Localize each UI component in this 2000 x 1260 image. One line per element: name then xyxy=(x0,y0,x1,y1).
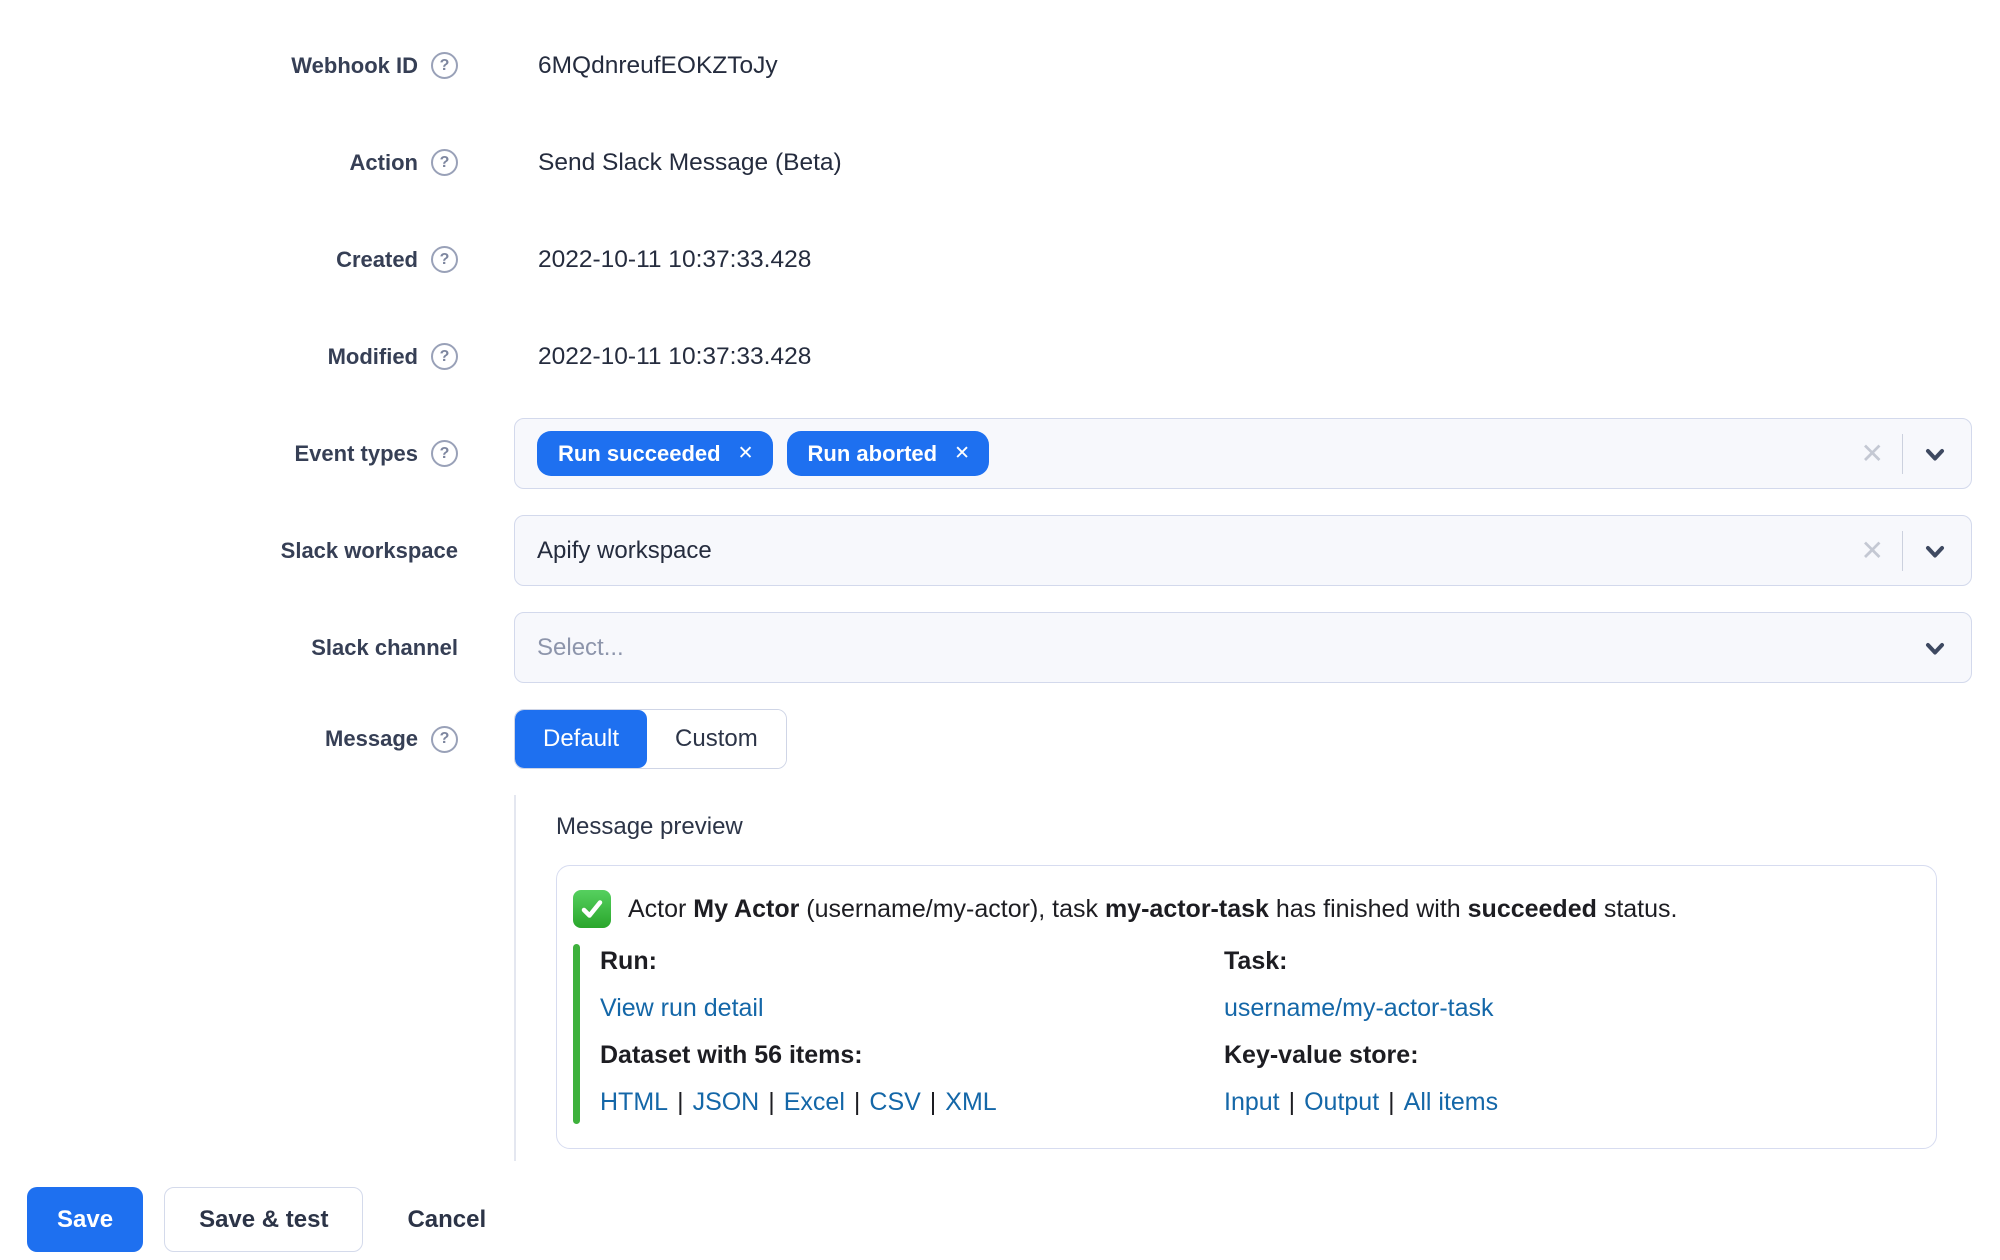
event-types-label-cell: Event types ? xyxy=(0,440,458,467)
remove-tag-icon[interactable]: ✕ xyxy=(738,444,754,463)
field-title: Task: xyxy=(1224,947,1288,975)
help-icon[interactable]: ? xyxy=(431,440,458,467)
action-label: Action xyxy=(349,149,418,175)
help-icon[interactable]: ? xyxy=(431,246,458,273)
link-separator: | xyxy=(853,1088,861,1116)
webhook-id-label-cell: Webhook ID ? xyxy=(0,52,458,79)
link-separator: | xyxy=(677,1088,684,1116)
link-separator: | xyxy=(768,1088,775,1116)
kv-input-link[interactable]: Input xyxy=(1224,1088,1280,1116)
dataset-excel-link[interactable]: Excel xyxy=(784,1088,845,1116)
created-label: Created xyxy=(336,246,418,272)
kv-output-link[interactable]: Output xyxy=(1304,1088,1379,1116)
message-preview-heading: Message preview xyxy=(556,813,743,840)
slack-channel-select[interactable]: Select... xyxy=(514,612,1972,683)
preview-field-key-value-store: Key-value store: Input | Output | All items xyxy=(1224,1032,1912,1126)
chevron-down-icon[interactable] xyxy=(1921,634,1949,662)
message-type-toggle: Default Custom xyxy=(514,709,787,769)
field-title: Run: xyxy=(600,947,657,975)
form-actions: Save Save & test Cancel xyxy=(0,1187,2000,1252)
modified-label: Modified xyxy=(327,343,418,369)
link-separator: | xyxy=(1388,1088,1395,1116)
preview-title-row: Actor My Actor (username/my-actor), task… xyxy=(573,882,1912,928)
event-type-tag-label: Run aborted xyxy=(807,440,938,466)
dataset-html-link[interactable]: HTML xyxy=(600,1088,668,1116)
message-label-cell: Message ? xyxy=(0,725,458,753)
preview-field-dataset: Dataset with 56 items: HTML | JSON | Excel | C… xyxy=(600,1032,1224,1126)
slack-channel-label-cell: Slack channel xyxy=(0,635,458,661)
success-check-emoji-icon xyxy=(573,890,611,928)
form-row-slack-channel: Slack channel Select... xyxy=(0,612,2000,683)
preview-title-text: Actor My Actor (username/my-actor), task… xyxy=(628,894,1678,923)
form-row-slack-workspace: Slack workspace Apify workspace ✕ xyxy=(0,515,2000,586)
webhook-id-label: Webhook ID xyxy=(291,52,418,78)
slack-channel-placeholder: Select... xyxy=(537,633,624,661)
created-value: 2022-10-11 10:37:33.428 xyxy=(538,245,812,273)
view-run-detail-link[interactable]: View run detail xyxy=(600,994,764,1022)
preview-attachment: Run: View run detail Task: username/my-a… xyxy=(573,938,1912,1126)
webhook-form: Webhook ID ? 6MQdnreufEOKZToJy Action ? … xyxy=(0,0,2000,769)
kv-all-items-link[interactable]: All items xyxy=(1404,1088,1498,1116)
clear-icon[interactable]: ✕ xyxy=(1861,439,1884,468)
action-label-cell: Action ? xyxy=(0,149,458,176)
save-and-test-button[interactable]: Save & test xyxy=(164,1187,364,1252)
help-icon[interactable]: ? xyxy=(431,149,458,176)
help-icon[interactable]: ? xyxy=(431,725,458,753)
form-row-created: Created ? 2022-10-11 10:37:33.428 xyxy=(0,224,2000,295)
slack-channel-label: Slack channel xyxy=(311,634,458,660)
save-button[interactable]: Save xyxy=(27,1187,144,1252)
dataset-csv-link[interactable]: CSV xyxy=(869,1088,920,1116)
dataset-xml-link[interactable]: XML xyxy=(945,1088,996,1116)
task-link[interactable]: username/my-actor-task xyxy=(1224,994,1494,1022)
toggle-option-custom[interactable]: Custom xyxy=(647,710,786,768)
chevron-down-icon[interactable] xyxy=(1921,440,1949,468)
form-row-message: Message ? Default Custom xyxy=(0,709,2000,769)
event-types-label: Event types xyxy=(294,440,419,466)
event-types-tags: Run succeeded ✕ Run aborted ✕ xyxy=(537,431,1861,476)
attachment-status-bar xyxy=(573,944,580,1124)
preview-field-run: Run: View run detail xyxy=(600,938,1224,1032)
action-value: Send Slack Message (Beta) xyxy=(538,148,842,176)
help-icon[interactable]: ? xyxy=(431,52,458,79)
dataset-json-link[interactable]: JSON xyxy=(693,1088,760,1116)
message-preview-section: Message preview Actor My Actor (username… xyxy=(514,795,2000,1161)
form-row-webhook-id: Webhook ID ? 6MQdnreufEOKZToJy xyxy=(0,30,2000,101)
preview-field-task: Task: username/my-actor-task xyxy=(1224,938,1912,1032)
form-row-event-types: Event types ? Run succeeded ✕ Run aborte… xyxy=(0,418,2000,489)
select-divider xyxy=(1902,530,1903,571)
event-type-tag[interactable]: Run succeeded ✕ xyxy=(537,431,773,476)
field-title: Key-value store: xyxy=(1224,1041,1419,1069)
webhook-id-value: 6MQdnreufEOKZToJy xyxy=(538,51,778,79)
event-type-tag[interactable]: Run aborted ✕ xyxy=(786,431,990,476)
link-separator: | xyxy=(1288,1088,1296,1116)
field-title: Dataset with 56 items: xyxy=(600,1041,863,1069)
slack-workspace-label: Slack workspace xyxy=(280,537,458,563)
remove-tag-icon[interactable]: ✕ xyxy=(954,444,970,463)
select-divider xyxy=(1902,433,1903,474)
cancel-button[interactable]: Cancel xyxy=(384,1187,509,1252)
clear-icon[interactable]: ✕ xyxy=(1861,536,1884,565)
modified-label-cell: Modified ? xyxy=(0,343,458,370)
created-label-cell: Created ? xyxy=(0,246,458,273)
help-icon[interactable]: ? xyxy=(431,343,458,370)
modified-value: 2022-10-11 10:37:33.428 xyxy=(538,342,812,370)
event-types-select[interactable]: Run succeeded ✕ Run aborted ✕ ✕ xyxy=(514,418,1972,489)
slack-message-preview: Actor My Actor (username/my-actor), task… xyxy=(556,865,1937,1149)
message-label: Message xyxy=(325,726,418,751)
form-row-action: Action ? Send Slack Message (Beta) xyxy=(0,127,2000,198)
form-row-modified: Modified ? 2022-10-11 10:37:33.428 xyxy=(0,321,2000,392)
slack-workspace-value: Apify workspace xyxy=(537,536,712,564)
slack-workspace-select[interactable]: Apify workspace ✕ xyxy=(514,515,1972,586)
slack-workspace-label-cell: Slack workspace xyxy=(0,538,458,564)
toggle-option-default[interactable]: Default xyxy=(515,710,648,768)
chevron-down-icon[interactable] xyxy=(1921,537,1949,565)
event-type-tag-label: Run succeeded xyxy=(558,440,721,466)
link-separator: | xyxy=(929,1088,937,1116)
